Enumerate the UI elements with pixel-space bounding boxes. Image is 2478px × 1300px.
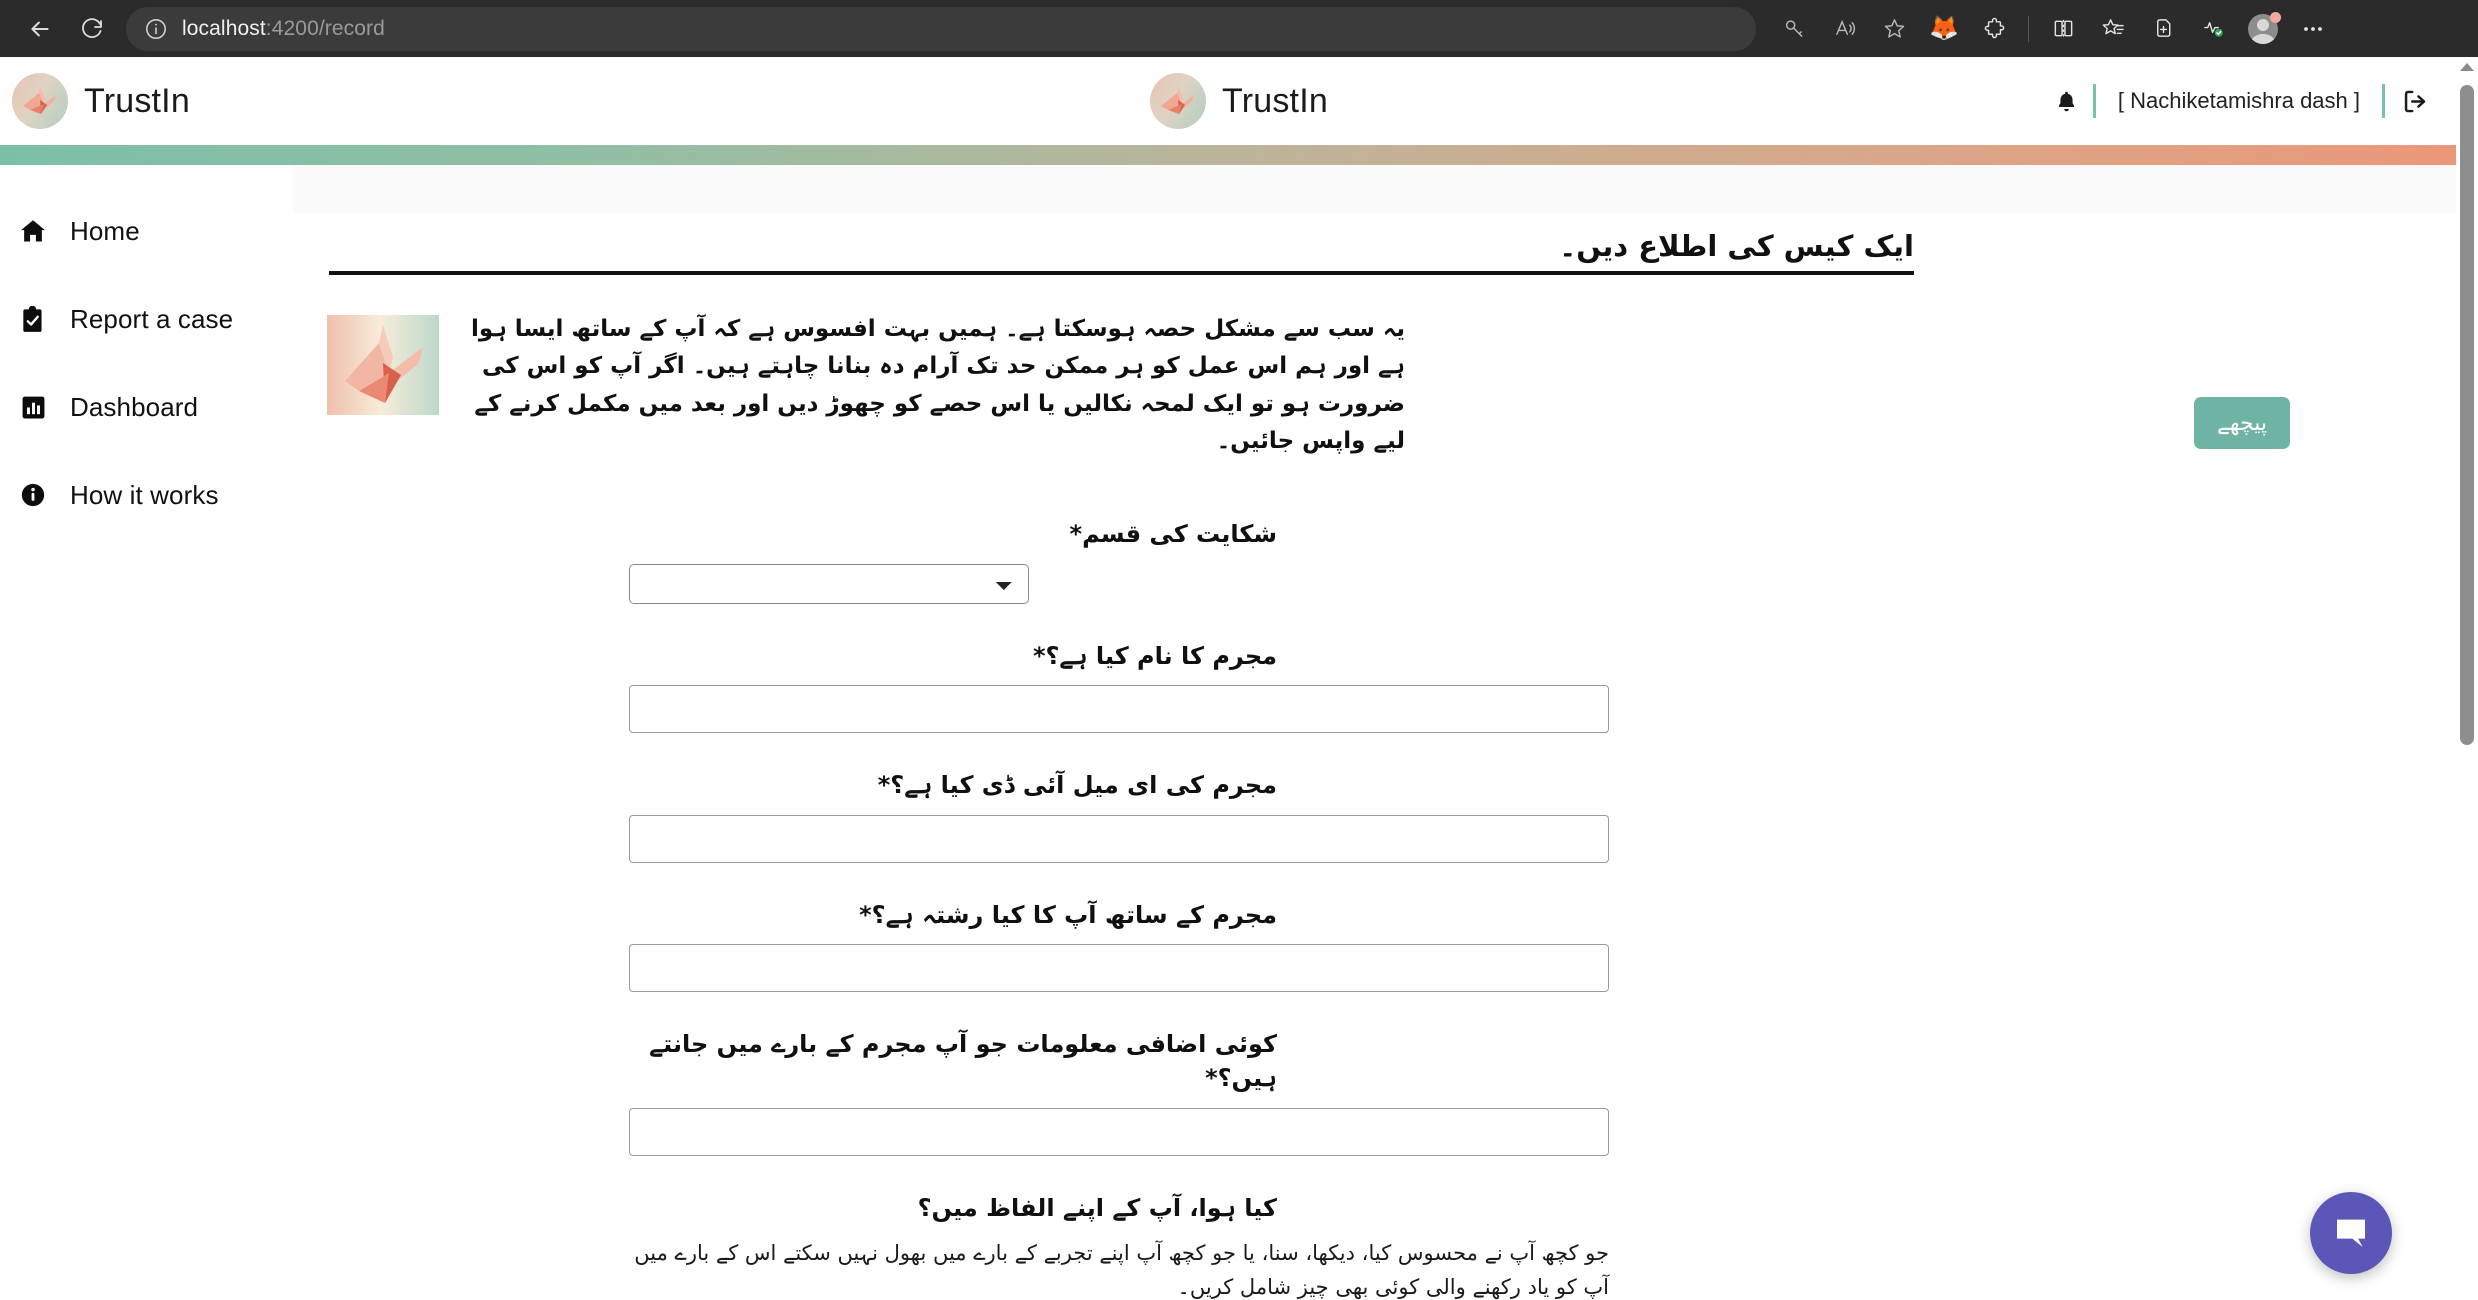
brand-name: TrustIn [84,82,190,121]
intro-block: یہ سب سے مشکل حصہ ہوسکتا ہے۔ ہمیں بہت اف… [327,311,1417,460]
relationship-input[interactable] [629,944,1609,992]
app-header: TrustIn TrustIn [0,57,2478,145]
collections-icon[interactable] [2089,8,2137,50]
bar-chart-icon [18,395,48,420]
browser-back-button[interactable] [16,8,64,50]
field-complaint-type: شکایت کی قسم* [629,518,2478,604]
field-label-relationship: مجرم کے ساتھ آپ کا کیا رشتہ ہے؟* [629,899,1277,933]
field-label-complaint-type: شکایت کی قسم* [629,518,1277,552]
info-circle-icon [18,482,48,508]
user-name-label: [ Nachiketamishra dash ] [2096,88,2382,114]
info-circle-icon[interactable] [144,17,168,41]
profile-avatar-icon[interactable] [2239,8,2287,50]
split-screen-icon[interactable] [2039,8,2087,50]
add-to-favorites-icon[interactable] [2139,8,2187,50]
browser-essentials-icon[interactable] [2189,8,2237,50]
key-icon[interactable] [1770,8,1818,50]
sidebar-item-report-a-case[interactable]: Report a case [0,275,293,363]
crane-glyph-center [1150,73,1206,129]
sidebar-item-label-how-it-works: How it works [70,480,219,511]
brand-name-center: TrustIn [1222,82,1328,121]
main-content: ایک کیس کی اطلاع دیں۔ پیچھے یہ سب سے مشک… [293,165,2478,1300]
field-relationship: مجرم کے ساتھ آپ کا کیا رشتہ ہے؟* [629,899,2478,993]
origami-crane-logo [12,73,68,129]
crane-glyph [12,73,68,129]
read-aloud-icon[interactable] [1820,8,1868,50]
origami-crane-image [327,315,439,415]
browser-toolbar-actions: 🦊 [1770,8,2337,50]
clipboard-check-icon [18,306,48,333]
fox-glyph: 🦊 [1929,17,1959,41]
field-label-narrative: کیا ہوا، آپ کے اپنے الفاظ میں؟ [629,1192,1277,1226]
url-bar[interactable]: localhost:4200/record [126,7,1756,51]
field-additional-info: کوئی اضافی معلومات جو آپ مجرم کے بارے می… [629,1028,2478,1155]
report-case-form: شکایت کی قسم* مجرم کا نام کیا ہے؟* مجرم … [293,518,2478,1300]
toolbar-divider [2028,16,2029,42]
favorite-star-icon[interactable] [1870,8,1918,50]
field-label-additional-info: کوئی اضافی معلومات جو آپ مجرم کے بارے می… [629,1028,1277,1095]
logout-icon[interactable] [2385,88,2438,115]
chat-bubble-icon[interactable] [2310,1192,2392,1274]
sidebar-item-label-dashboard: Dashboard [70,392,198,423]
home-icon [18,217,48,245]
page-title-underline [329,271,1914,275]
field-label-offender-name: مجرم کا نام کیا ہے؟* [629,640,1277,674]
sidebar-item-how-it-works[interactable]: How it works [0,451,293,539]
sidebar: Home Report a case [0,165,293,1300]
app-root: TrustIn TrustIn [0,57,2478,1300]
settings-ellipsis-icon[interactable] [2289,8,2337,50]
origami-crane-logo-center [1150,73,1206,129]
field-label-offender-email: مجرم کی ای میل آئی ڈی کیا ہے؟* [629,769,1277,803]
browser-reload-button[interactable] [68,8,116,50]
sidebar-item-dashboard[interactable]: Dashboard [0,363,293,451]
extensions-puzzle-icon[interactable] [1970,8,2018,50]
header-actions: [ Nachiketamishra dash ] [2040,84,2454,118]
field-offender-name: مجرم کا نام کیا ہے؟* [629,640,2478,734]
field-help-narrative: جو کچھ آپ نے محسوس کیا، دیکھا، سنا، یا ج… [629,1237,1609,1300]
intro-text: یہ سب سے مشکل حصہ ہوسکتا ہے۔ ہمیں بہت اف… [465,311,1405,460]
brand-center[interactable]: TrustIn [1150,73,1328,129]
page-title: ایک کیس کی اطلاع دیں۔ [329,229,1914,271]
complaint-type-select[interactable] [629,564,1029,604]
page-header-row: ایک کیس کی اطلاع دیں۔ [293,213,2478,275]
metamask-fox-icon[interactable]: 🦊 [1920,8,1968,50]
sidebar-item-label-report-a-case: Report a case [70,304,233,335]
brand-gradient-bar [0,145,2478,165]
app-body: Home Report a case [0,165,2478,1300]
sidebar-item-label-home: Home [70,216,140,247]
back-button[interactable]: پیچھے [2194,397,2290,449]
url-path: :4200/record [266,17,385,40]
content-top-band [293,165,2478,213]
sidebar-item-home[interactable]: Home [0,187,293,275]
page-title-wrap: ایک کیس کی اطلاع دیں۔ [329,229,1914,275]
scrollbar-thumb[interactable] [2460,85,2474,745]
field-offender-email: مجرم کی ای میل آئی ڈی کیا ہے؟* [629,769,2478,863]
offender-email-input[interactable] [629,815,1609,863]
field-narrative: کیا ہوا، آپ کے اپنے الفاظ میں؟ جو کچھ آپ… [629,1192,2478,1300]
notification-bell-icon[interactable] [2040,89,2093,114]
avatar-status-badge [2270,12,2281,23]
offender-name-input[interactable] [629,685,1609,733]
scroll-up-arrow-icon[interactable] [2460,63,2474,71]
browser-toolbar: localhost:4200/record 🦊 [0,0,2478,57]
brand-left[interactable]: TrustIn [12,73,190,129]
url-host: localhost [182,17,266,40]
url-text: localhost:4200/record [182,17,385,41]
vertical-scrollbar[interactable] [2456,57,2478,1300]
additional-info-input[interactable] [629,1108,1609,1156]
